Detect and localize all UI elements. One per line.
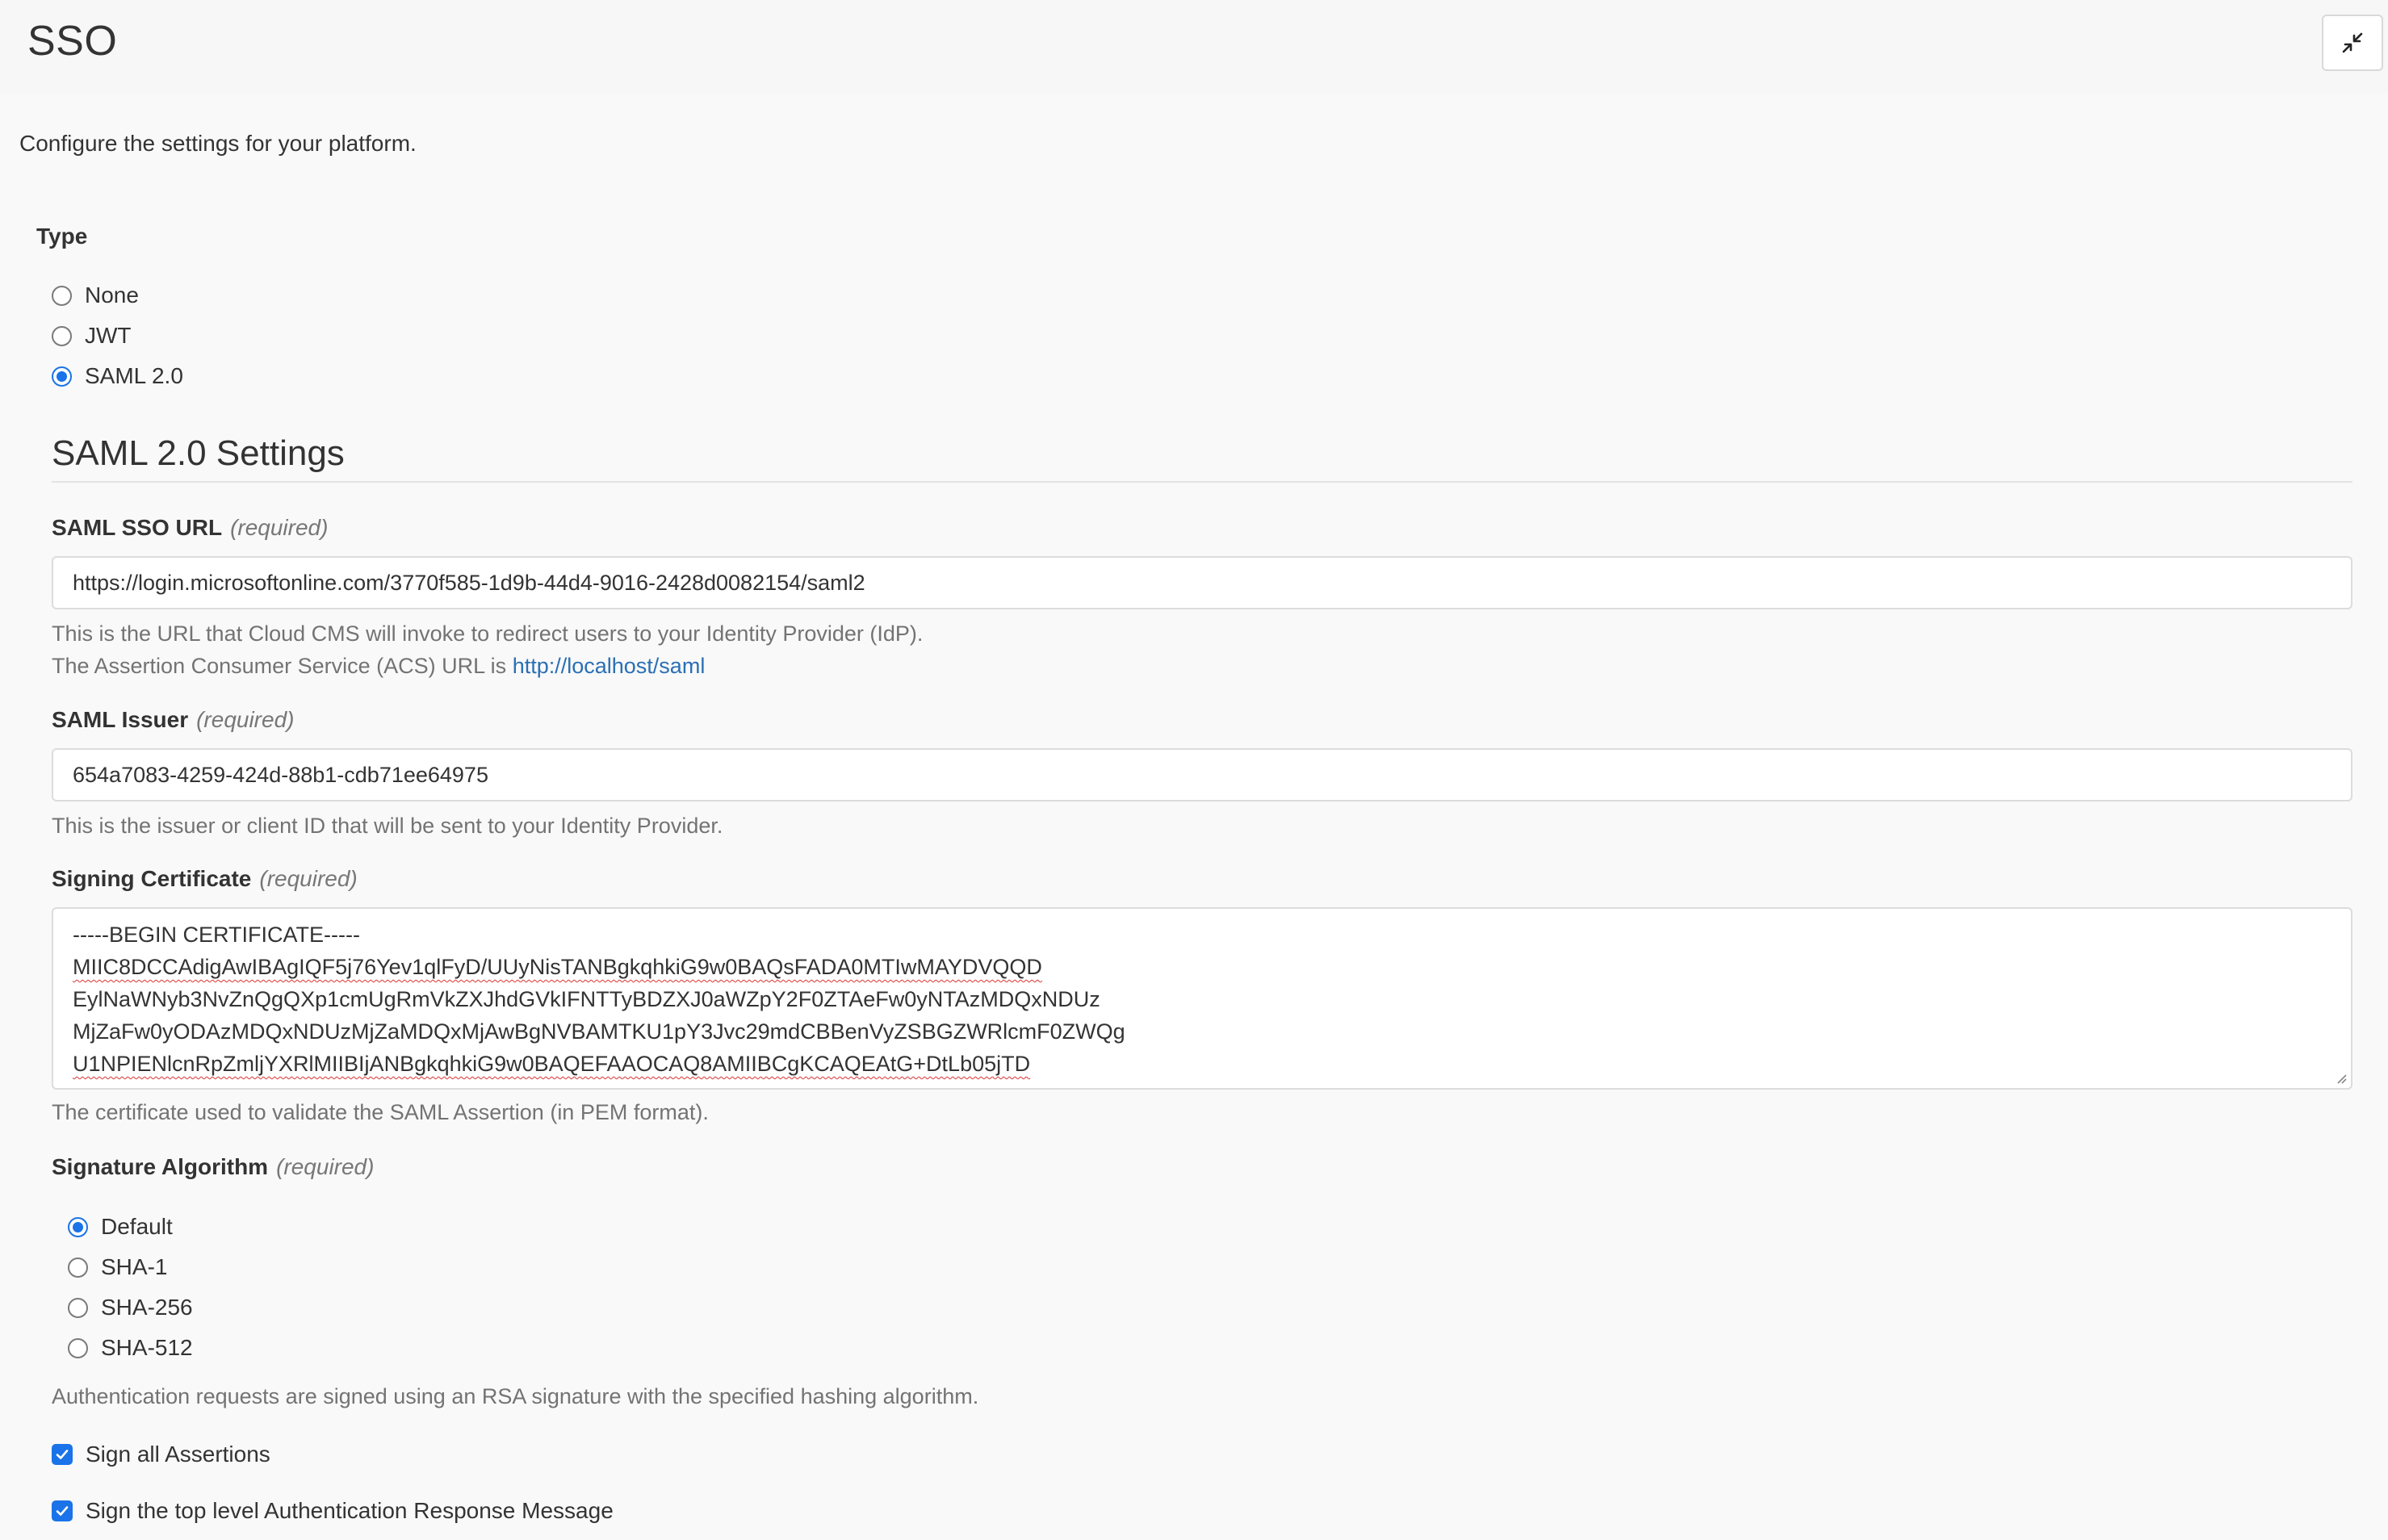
sso-url-input[interactable]: https://login.microsoftonline.com/3770f5… (52, 556, 2352, 609)
type-option-saml[interactable]: SAML 2.0 (52, 362, 183, 391)
algorithm-option-sha512[interactable]: SHA-512 (68, 1333, 193, 1362)
radio-selected-icon[interactable] (68, 1216, 88, 1237)
collapse-arrows-icon (2342, 32, 2363, 53)
required-marker: (required) (196, 707, 295, 732)
settings-panel: Configure the settings for your platform… (0, 94, 2388, 1540)
section-divider (52, 481, 2352, 483)
acs-url-link[interactable]: http://localhost/saml (513, 654, 706, 678)
checkbox-checked-icon[interactable] (52, 1500, 73, 1521)
issuer-help: This is the issuer or client ID that wil… (52, 814, 723, 838)
type-label: Type (36, 224, 88, 249)
signature-algorithm-label-text: Signature Algorithm (52, 1154, 269, 1179)
radio-icon[interactable] (52, 325, 72, 346)
certificate-line: MIIC8DCCAdigAwIBAgIQF5j76Yev1qlFyD/UUyNi… (73, 955, 1042, 979)
required-marker: (required) (276, 1154, 375, 1179)
type-option-jwt[interactable]: JWT (52, 321, 132, 350)
algorithm-option-label: SHA-256 (101, 1295, 193, 1320)
sign-response-label: Sign the top level Authentication Respon… (86, 1498, 614, 1523)
issuer-input[interactable]: 654a7083-4259-424d-88b1-cdb71ee64975 (52, 748, 2352, 801)
type-option-label: None (85, 282, 139, 308)
radio-icon[interactable] (68, 1297, 88, 1318)
algorithm-option-label: SHA-512 (101, 1335, 193, 1360)
sign-assertions-label: Sign all Assertions (86, 1442, 270, 1467)
sso-url-help-line2: The Assertion Consumer Service (ACS) URL… (52, 650, 923, 682)
radio-selected-icon[interactable] (52, 366, 72, 387)
intro-text: Configure the settings for your platform… (19, 131, 417, 156)
issuer-label: SAML Issuer (required) (52, 705, 294, 734)
algorithm-option-label: Default (101, 1214, 173, 1239)
sso-url-label-text: SAML SSO URL (52, 515, 223, 540)
certificate-line: -----BEGIN CERTIFICATE----- (73, 923, 360, 947)
sign-assertions-checkbox-row[interactable]: Sign all Assertions (52, 1440, 270, 1469)
page-header: SSO (0, 0, 2388, 94)
certificate-help: The certificate used to validate the SAM… (52, 1100, 709, 1124)
issuer-label-text: SAML Issuer (52, 707, 189, 732)
saml-section-title: SAML 2.0 Settings (52, 433, 345, 473)
radio-icon[interactable] (52, 285, 72, 306)
resize-handle-icon[interactable] (2333, 1070, 2348, 1085)
sso-url-help-line1: This is the URL that Cloud CMS will invo… (52, 621, 924, 646)
certificate-label-text: Signing Certificate (52, 866, 252, 891)
checkbox-checked-icon[interactable] (52, 1444, 73, 1465)
certificate-label: Signing Certificate (required) (52, 864, 358, 893)
algorithm-option-default[interactable]: Default (68, 1212, 173, 1241)
page-title: SSO (27, 18, 118, 65)
signature-algorithm-label: Signature Algorithm (required) (52, 1153, 374, 1182)
certificate-line: EylNaWNyb3NvZnQgQXp1cmUgRmVkZXJhdGVkIFNT… (73, 987, 1100, 1011)
collapse-button[interactable] (2322, 15, 2383, 71)
certificate-textarea[interactable]: -----BEGIN CERTIFICATE----- MIIC8DCCAdig… (52, 907, 2352, 1090)
acs-text: The Assertion Consumer Service (ACS) URL… (52, 654, 507, 678)
signature-algorithm-help: Authentication requests are signed using… (52, 1384, 979, 1408)
required-marker: (required) (230, 515, 329, 540)
algorithm-option-label: SHA-1 (101, 1254, 168, 1279)
type-option-label: SAML 2.0 (85, 363, 183, 388)
type-option-none[interactable]: None (52, 281, 139, 310)
algorithm-option-sha256[interactable]: SHA-256 (68, 1293, 193, 1322)
sso-url-help: This is the URL that Cloud CMS will invo… (52, 617, 923, 682)
certificate-line: MjZaFw0yODAzMDQxNDUzMjZaMDQxMjAwBgNVBAMT… (73, 1019, 1125, 1044)
certificate-line: U1NPIENlcnRpZmljYXRlMIIBIjANBgkqhkiG9w0B… (73, 1052, 1031, 1076)
radio-icon[interactable] (68, 1337, 88, 1358)
algorithm-option-sha1[interactable]: SHA-1 (68, 1253, 167, 1282)
type-option-label: JWT (85, 323, 132, 348)
required-marker: (required) (259, 866, 358, 891)
sso-url-label: SAML SSO URL (required) (52, 513, 328, 542)
sign-response-checkbox-row[interactable]: Sign the top level Authentication Respon… (52, 1496, 614, 1525)
radio-icon[interactable] (68, 1257, 88, 1278)
